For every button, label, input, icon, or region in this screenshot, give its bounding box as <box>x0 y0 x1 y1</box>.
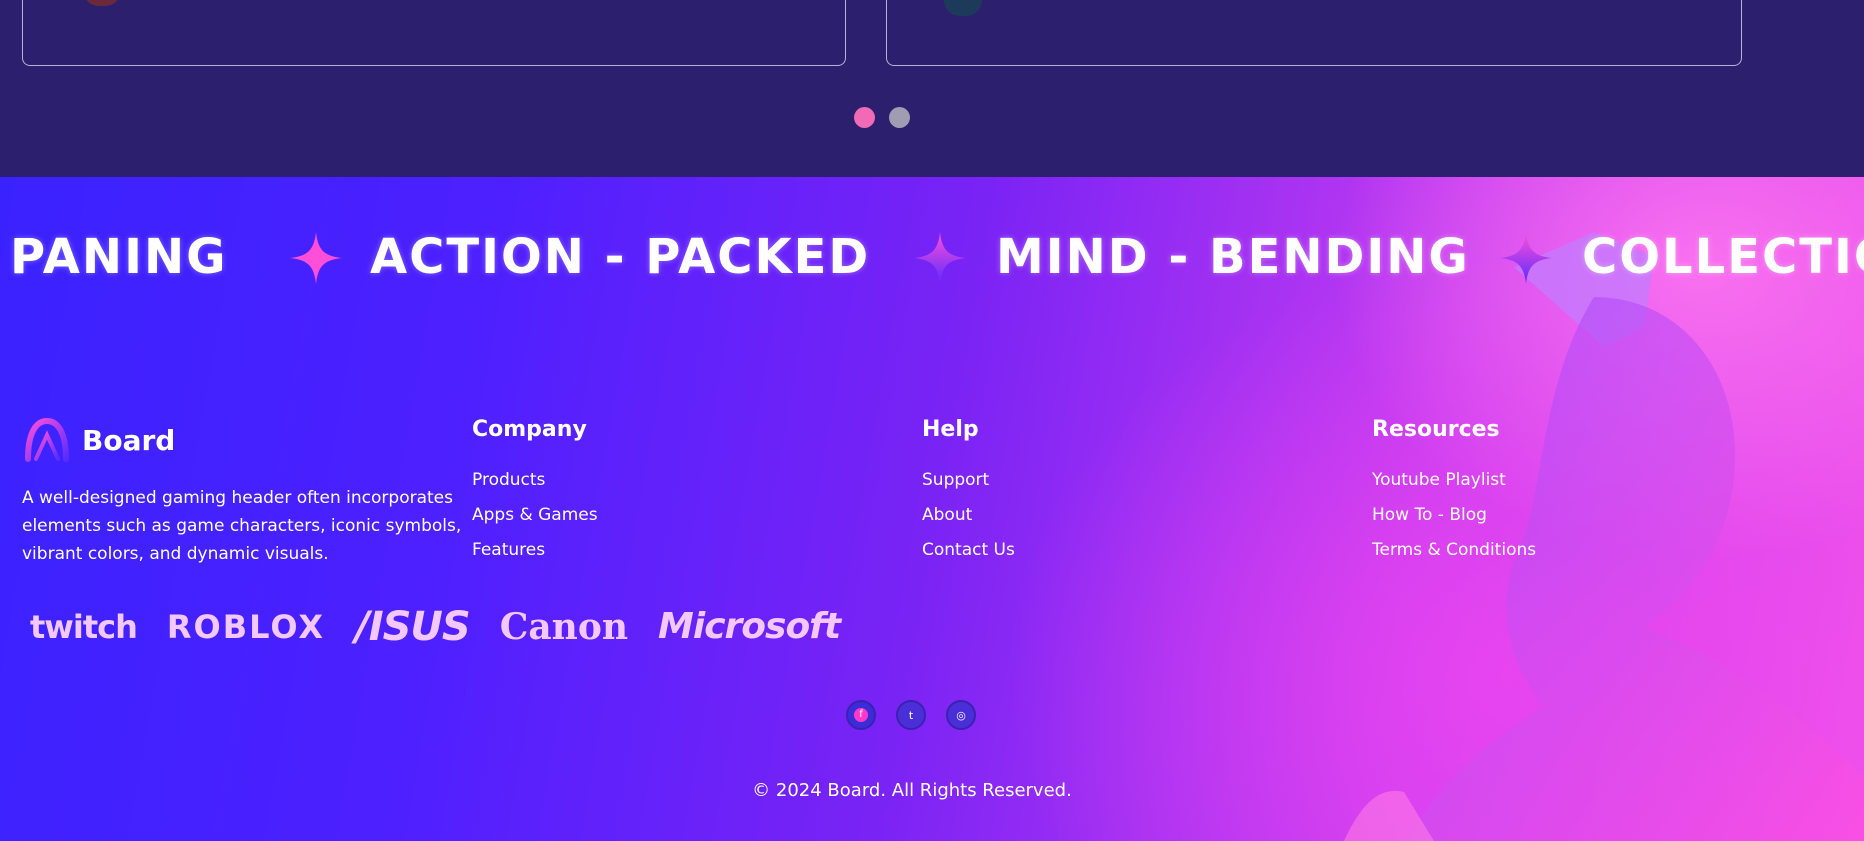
asus-logo: /ISUS <box>355 604 471 650</box>
twitter-glyph: t <box>908 708 914 722</box>
footer-link-blog[interactable]: How To - Blog <box>1372 498 1536 533</box>
testimonial-card <box>886 0 1742 66</box>
footer-link-support[interactable]: Support <box>922 463 1015 498</box>
facebook-glyph: f <box>854 708 868 722</box>
column-title: Help <box>922 417 979 442</box>
footer-link-youtube[interactable]: Youtube Playlist <box>1372 463 1536 498</box>
partner-logos: twitch ROBLOX /ISUS Canon Microsoft <box>30 604 841 650</box>
footer-column-help: Help Support About Contact Us <box>922 415 1015 568</box>
column-title: Resources <box>1372 417 1500 442</box>
testimonial-card <box>22 0 846 66</box>
marquee-item: MIND - BENDING <box>996 229 1470 285</box>
marquee-item: COLLECTIC <box>1582 229 1864 285</box>
avatar <box>83 0 121 6</box>
testimonials-section <box>0 0 1864 177</box>
slider-dot-1[interactable] <box>854 107 875 128</box>
sparkle-icon <box>1500 232 1552 284</box>
footer-link-terms[interactable]: Terms & Conditions <box>1372 533 1536 568</box>
footer-column-resources: Resources Youtube Playlist How To - Blog… <box>1372 415 1536 568</box>
marquee-item: ACTION - PACKED <box>370 229 871 285</box>
instagram-icon[interactable]: ◎ <box>946 700 976 730</box>
sparkle-icon <box>914 232 966 284</box>
footer-link-contact[interactable]: Contact Us <box>922 533 1015 568</box>
copyright: © 2024 Board. All Rights Reserved. <box>752 780 1072 801</box>
brand-description: A well-designed gaming header often inco… <box>22 488 462 564</box>
footer-link-apps-games[interactable]: Apps & Games <box>472 498 598 533</box>
twitch-logo: twitch <box>30 608 138 646</box>
social-links: f t ◎ <box>846 700 976 730</box>
marquee-banner: PANING ACTION - PACKED MIND - BENDING CO… <box>0 222 1864 292</box>
footer-column-company: Company Products Apps & Games Features <box>472 415 598 568</box>
footer-link-about[interactable]: About <box>922 498 1015 533</box>
roblox-logo: ROBLOX <box>166 608 326 646</box>
canon-logo: Canon <box>499 606 629 648</box>
marquee-item: PANING <box>10 229 228 285</box>
twitter-icon[interactable]: t <box>896 700 926 730</box>
brand-name: Board <box>82 423 176 457</box>
slider-dot-2[interactable] <box>889 107 910 128</box>
sparkle-icon <box>290 232 342 284</box>
microsoft-logo: Microsoft <box>658 606 841 647</box>
facebook-icon[interactable]: f <box>846 700 876 730</box>
instagram-glyph: ◎ <box>956 708 966 722</box>
column-title: Company <box>472 417 587 442</box>
footer: PANING ACTION - PACKED MIND - BENDING CO… <box>0 177 1864 841</box>
footer-link-features[interactable]: Features <box>472 533 598 568</box>
footer-brand[interactable]: Board <box>22 415 175 465</box>
slider-dots <box>854 107 910 128</box>
footer-link-products[interactable]: Products <box>472 463 598 498</box>
board-logo-icon <box>25 417 69 462</box>
